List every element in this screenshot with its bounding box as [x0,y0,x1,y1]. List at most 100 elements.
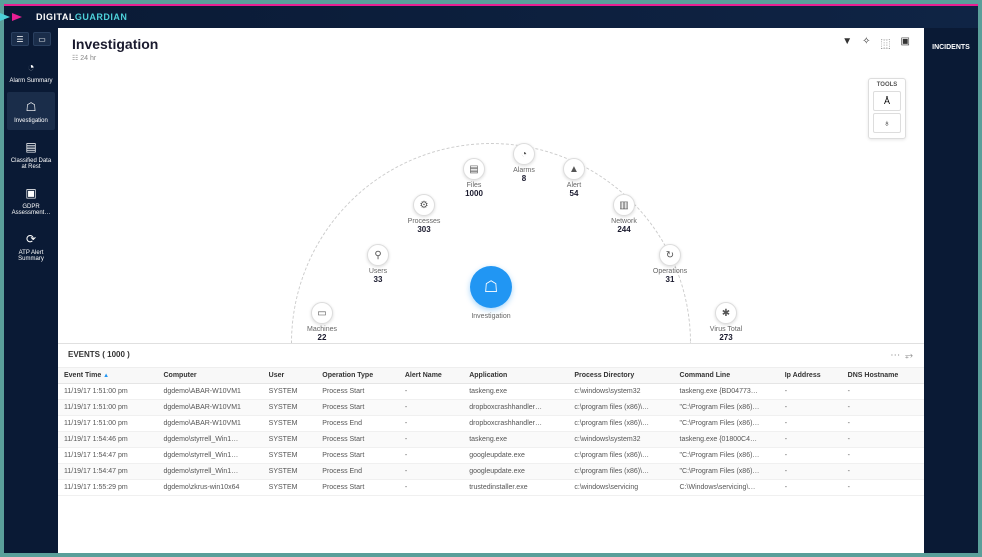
table-cell: "C:\Program Files (x86)… [674,400,779,416]
table-cell: Process Start [316,480,399,496]
table-cell: - [842,384,924,400]
table-cell: c:\windows\system32 [568,432,673,448]
brand-text: DIGITALGUARDIAN [36,12,127,22]
table-cell: - [399,448,463,464]
brand-part2: GUARDIAN [75,12,128,22]
table-cell: 11/19/17 1:51:00 pm [58,416,158,432]
col-alert-name[interactable]: Alert Name [399,368,463,384]
table-row[interactable]: 11/19/17 1:54:47 pmdgdemo\styrrell_Win1…… [58,448,924,464]
table-cell: dgdemo\zkrus-win10x64 [158,480,263,496]
tools-panel: TOOLS Å ♁ [868,78,906,139]
sidebar-item-label: GDPR Assessment… [9,204,53,216]
table-cell: c:\windows\servicing [568,480,673,496]
table-cell: - [779,432,842,448]
table-cell: - [779,400,842,416]
table-row[interactable]: 11/19/17 1:55:29 pmdgdemo\zkrus-win10x64… [58,480,924,496]
col-dns-hostname[interactable]: DNS Hostname [842,368,924,384]
table-cell: taskeng.exe {01800C4… [674,432,779,448]
node-label: Virus Total [696,326,756,333]
node-processes[interactable]: ⚙Processes303 [394,194,454,234]
node-icon: ⚙ [413,194,435,216]
table-cell: - [779,464,842,480]
node-users[interactable]: ⚲ Users33 [348,244,408,284]
table-row[interactable]: 11/19/17 1:51:00 pmdgdemo\ABAR-W10VM1SYS… [58,400,924,416]
node-value: 33 [348,275,408,284]
sidebar-item-investigation[interactable]: ☖Investigation [7,92,55,130]
node-value: 273 [696,333,756,342]
sidebar-view-icon[interactable]: ▭ [33,32,51,46]
table-cell: c:\program files (x86)\… [568,400,673,416]
table-cell: c:\windows\system32 [568,384,673,400]
camera-icon[interactable]: ▣ [901,36,910,51]
table-cell: Process Start [316,448,399,464]
node-label: Machines [292,326,352,333]
node-icon: ▲ [563,158,585,180]
col-ip-address[interactable]: Ip Address [779,368,842,384]
col-process-directory[interactable]: Process Directory [568,368,673,384]
table-cell: - [842,400,924,416]
users-icon[interactable]: ⿲ [881,36,891,51]
table-cell: trustedinstaller.exe [463,480,568,496]
table-cell: - [842,416,924,432]
table-row[interactable]: 11/19/17 1:54:47 pmdgdemo\styrrell_Win1…… [58,464,924,480]
node-machines[interactable]: ▭Machines22 [292,302,352,342]
table-cell: 11/19/17 1:51:00 pm [58,384,158,400]
node-value: 244 [594,225,654,234]
node-label: Users [348,268,408,275]
sidebar-item-alarm-summary[interactable]: ◔Alarm Summary [7,52,55,90]
events-options[interactable]: ⋯ ⥅ [890,350,914,361]
col-computer[interactable]: Computer [158,368,263,384]
node-icon: ⚲ [367,244,389,266]
table-cell: 11/19/17 1:54:46 pm [58,432,158,448]
col-event-time[interactable]: Event Time ▲ [58,368,158,384]
table-cell: - [399,416,463,432]
table-cell: - [399,464,463,480]
table-cell: "C:\Program Files (x86)… [674,464,779,480]
node-network[interactable]: ▥Network244 [594,194,654,234]
node-icon: ↻ [659,244,681,266]
table-cell: c:\program files (x86)\… [568,448,673,464]
table-cell: 11/19/17 1:55:29 pm [58,480,158,496]
sidebar-item-classified-data-at-rest[interactable]: ▤Classified Data at Rest [7,132,55,176]
table-cell: SYSTEM [263,384,317,400]
table-row[interactable]: 11/19/17 1:51:00 pmdgdemo\ABAR-W10VM1SYS… [58,416,924,432]
table-cell: c:\program files (x86)\… [568,416,673,432]
table-cell: - [779,384,842,400]
node-alert[interactable]: ▲Alert54 [544,158,604,198]
table-cell: - [399,480,463,496]
right-rail[interactable]: INCIDENTS [924,28,978,553]
table-row[interactable]: 11/19/17 1:54:46 pmdgdemo\styrrell_Win1…… [58,432,924,448]
sidebar-toggle-icon[interactable]: ☰ [11,32,29,46]
node-virus-total[interactable]: ✱Virus Total273 [696,302,756,342]
col-operation-type[interactable]: Operation Type [316,368,399,384]
node-label: Operations [640,268,700,275]
investigation-icon: ☖ [484,277,498,297]
time-range[interactable]: ☷ 24 hr [72,54,158,62]
node-icon: ▭ [311,302,333,324]
table-cell: - [779,416,842,432]
node-operations[interactable]: ↻ Operations31 [640,244,700,284]
tool-btn-2[interactable]: ♁ [873,113,901,133]
table-cell: dgdemo\ABAR-W10VM1 [158,400,263,416]
table-cell: 11/19/17 1:54:47 pm [58,464,158,480]
col-user[interactable]: User [263,368,317,384]
filter-icon[interactable]: ▼ [842,36,852,51]
sidebar-item-label: Alarm Summary [9,78,53,84]
refresh-icon[interactable]: ✧ [862,36,870,51]
table-cell: 11/19/17 1:51:00 pm [58,400,158,416]
page-header: Investigation ☷ 24 hr ▼ ✧ ⿲ ▣ [58,28,924,68]
sidebar-item-gdpr-assessment-[interactable]: ▣GDPR Assessment… [7,178,55,222]
table-cell: SYSTEM [263,480,317,496]
node-icon: ▤ [463,158,485,180]
col-command-line[interactable]: Command Line [674,368,779,384]
node-label: Processes [394,218,454,225]
sidebar-item-atp-alert-summary[interactable]: ⟳ATP Alert Summary [7,224,55,268]
sidebar-icon: ⟳ [22,230,40,248]
tool-btn-1[interactable]: Å [873,91,901,111]
col-application[interactable]: Application [463,368,568,384]
center-node[interactable]: ☖ [470,266,512,308]
table-row[interactable]: 11/19/17 1:51:00 pmdgdemo\ABAR-W10VM1SYS… [58,384,924,400]
sidebar-item-label: Investigation [9,118,53,124]
node-value: 31 [640,275,700,284]
table-cell: SYSTEM [263,416,317,432]
